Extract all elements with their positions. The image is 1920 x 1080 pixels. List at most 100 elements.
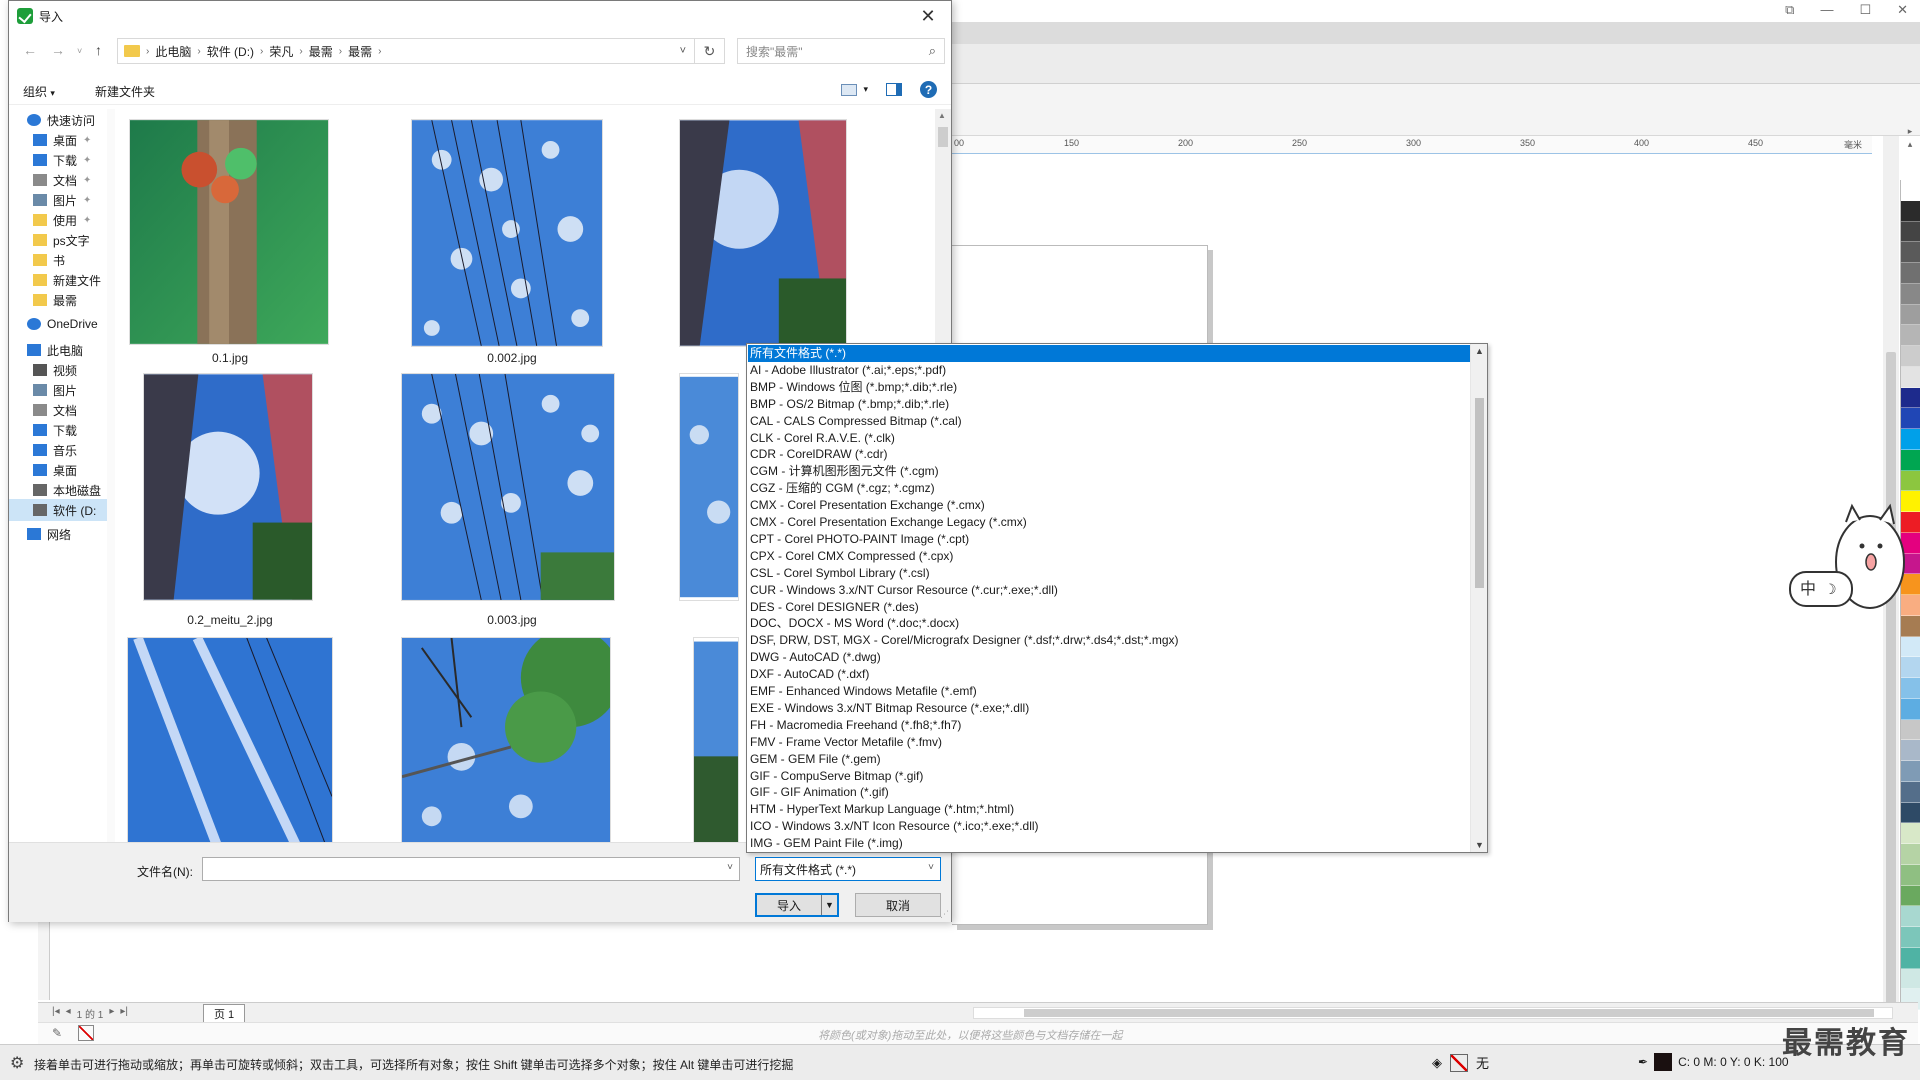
color-swatch[interactable] xyxy=(1901,366,1920,388)
color-swatch[interactable] xyxy=(1901,698,1920,720)
nav-item[interactable]: 文档 ✦ xyxy=(9,169,107,191)
chevron-up-icon[interactable]: ▲ xyxy=(938,111,946,120)
minimize-icon[interactable]: — xyxy=(1820,2,1833,18)
color-swatch[interactable] xyxy=(1901,761,1920,782)
filetype-option[interactable]: FMV - Frame Vector Metafile (*.fmv) xyxy=(748,734,1471,751)
nav-item[interactable]: 书 xyxy=(9,249,107,271)
file-item[interactable] xyxy=(397,637,627,842)
fill-indicator[interactable]: ◈ 无 xyxy=(1432,1053,1489,1072)
recent-dropdown-icon[interactable]: ˅ xyxy=(77,46,82,56)
new-folder-button[interactable]: 新建文件夹 xyxy=(95,83,155,100)
color-swatch[interactable] xyxy=(1901,221,1920,243)
filetype-option[interactable]: EXE - Windows 3.x/NT Bitmap Resource (*.… xyxy=(748,700,1471,717)
color-swatch[interactable] xyxy=(1901,657,1920,678)
filetype-option[interactable]: CGM - 计算机图形图元文件 (*.cgm) xyxy=(748,463,1471,480)
nav-item[interactable]: OneDrive xyxy=(9,313,107,335)
color-swatch[interactable] xyxy=(1901,180,1920,201)
color-swatch[interactable] xyxy=(1901,947,1920,969)
nav-item[interactable]: 音乐 xyxy=(9,439,107,461)
search-icon[interactable]: ⌕ xyxy=(929,43,936,59)
filetype-select[interactable]: 所有文件格式 (*.*) ˅ xyxy=(755,857,941,881)
breadcrumb-item[interactable]: 最需 xyxy=(348,43,372,60)
chevron-down-icon[interactable]: ˅ xyxy=(680,45,686,57)
file-item[interactable] xyxy=(115,637,345,842)
color-swatch[interactable] xyxy=(1901,740,1920,761)
filetype-option[interactable]: DXF - AutoCAD (*.dxf) xyxy=(748,666,1471,683)
up-arrow-icon[interactable]: ↑ xyxy=(95,42,102,58)
canvas-horizontal-scrollbar[interactable] xyxy=(973,1007,1893,1019)
color-swatch[interactable] xyxy=(1901,263,1920,284)
nav-item[interactable]: 下载 ✦ xyxy=(9,149,107,171)
filetype-option[interactable]: DWG - AutoCAD (*.dwg) xyxy=(748,649,1471,666)
search-input[interactable]: 搜索"最需" ⌕ xyxy=(737,38,945,64)
nav-item[interactable]: 最需 xyxy=(9,289,107,311)
cancel-button[interactable]: 取消 xyxy=(855,893,941,917)
nav-item[interactable]: 软件 (D: xyxy=(9,499,107,521)
filetype-option[interactable]: IMG - GEM Paint File (*.img) xyxy=(748,835,1471,852)
nav-item[interactable]: 图片 ✦ xyxy=(9,189,107,211)
organize-menu[interactable]: 组织 ▾ xyxy=(23,83,55,100)
nav-item[interactable]: 文档 xyxy=(9,399,107,421)
gear-icon[interactable]: ⚙ xyxy=(10,1053,24,1073)
nav-item[interactable]: 此电脑 xyxy=(9,339,107,361)
palette-scroll-arrows[interactable]: ▸ ▴ xyxy=(1902,125,1918,151)
file-item[interactable]: 0.2_meitu_2.jpg xyxy=(115,373,345,627)
resize-grip-icon[interactable]: ⋰ xyxy=(940,909,949,920)
forward-arrow-icon[interactable]: → xyxy=(51,42,65,58)
nav-item[interactable]: 图片 xyxy=(9,379,107,401)
chevron-right-icon[interactable]: › xyxy=(197,46,200,57)
color-swatch[interactable] xyxy=(1901,719,1920,741)
filetype-option[interactable]: FH - Macromedia Freehand (*.fh8;*.fh7) xyxy=(748,717,1471,734)
nav-item[interactable]: 桌面 ✦ xyxy=(9,129,107,151)
color-swatch[interactable] xyxy=(1901,387,1920,409)
filetype-option[interactable]: DOC、DOCX - MS Word (*.doc;*.docx) xyxy=(748,615,1471,632)
prev-page-icon[interactable]: ◂ xyxy=(66,1006,71,1021)
nav-pane-scrollbar[interactable] xyxy=(107,109,115,842)
nav-item[interactable]: 网络 xyxy=(9,523,107,545)
filetype-option[interactable]: CAL - CALS Compressed Bitmap (*.cal) xyxy=(748,413,1471,430)
color-swatch[interactable] xyxy=(1901,325,1920,346)
filetype-option[interactable]: DES - Corel DESIGNER (*.des) xyxy=(748,599,1471,616)
breadcrumb-item[interactable]: 最需 xyxy=(309,43,333,60)
file-item[interactable]: 0.1.jpg xyxy=(115,109,345,365)
chevron-down-icon[interactable]: ▼ xyxy=(821,895,837,915)
scrollbar-thumb[interactable] xyxy=(1475,398,1484,588)
eyedropper-icon[interactable]: ✎ xyxy=(52,1026,62,1040)
filetype-option[interactable]: CPT - Corel PHOTO-PAINT Image (*.cpt) xyxy=(748,531,1471,548)
file-item[interactable]: 0.003.jpg xyxy=(397,373,627,627)
scrollbar-thumb[interactable] xyxy=(1024,1009,1874,1017)
refresh-icon[interactable]: ↻ xyxy=(695,38,725,64)
nav-item[interactable]: 快速访问 xyxy=(9,109,107,131)
color-swatch[interactable] xyxy=(1901,304,1920,326)
color-swatch[interactable] xyxy=(1901,844,1920,865)
color-swatch[interactable] xyxy=(1901,927,1920,948)
filetype-option[interactable]: HTM - HyperText Markup Language (*.htm;*… xyxy=(748,801,1471,818)
nav-item[interactable]: 桌面 xyxy=(9,459,107,481)
color-swatch[interactable] xyxy=(1901,636,1920,658)
back-arrow-icon[interactable]: ← xyxy=(23,42,37,58)
filetype-option[interactable]: CUR - Windows 3.x/NT Cursor Resource (*.… xyxy=(748,582,1471,599)
color-swatch[interactable] xyxy=(1901,781,1920,803)
nav-item[interactable]: 下载 xyxy=(9,419,107,441)
file-item[interactable] xyxy=(679,109,909,347)
page-nav-buttons[interactable]: |◂ ◂ 1 的 1 ▸ ▸| xyxy=(52,1006,128,1021)
breadcrumb-item[interactable]: 此电脑 xyxy=(155,43,191,60)
scrollbar-thumb[interactable] xyxy=(1886,352,1896,1032)
import-button[interactable]: 导入 ▼ xyxy=(755,893,839,917)
filetype-option[interactable]: CLK - Corel R.A.V.E. (*.clk) xyxy=(748,430,1471,447)
restore-icon[interactable]: ⧉ xyxy=(1785,2,1794,18)
color-swatch[interactable] xyxy=(1901,408,1920,429)
filetype-option[interactable]: CMX - Corel Presentation Exchange Legacy… xyxy=(748,514,1471,531)
maximize-icon[interactable]: ☐ xyxy=(1859,2,1871,18)
breadcrumb-item[interactable]: 荣凡 xyxy=(269,43,293,60)
filetype-option[interactable]: BMP - Windows 位图 (*.bmp;*.dib;*.rle) xyxy=(748,379,1471,396)
last-page-icon[interactable]: ▸| xyxy=(120,1006,128,1021)
color-swatch[interactable] xyxy=(1901,968,1920,990)
color-swatch[interactable] xyxy=(1901,906,1920,927)
filetype-option[interactable]: CGZ - 压缩的 CGM (*.cgz; *.cgmz) xyxy=(748,480,1471,497)
page-tab[interactable]: 页 1 xyxy=(203,1004,246,1023)
color-swatch[interactable] xyxy=(1901,470,1920,492)
color-swatch[interactable] xyxy=(1901,615,1920,637)
help-icon[interactable]: ? xyxy=(920,81,937,98)
scrollbar-thumb[interactable] xyxy=(938,127,948,147)
